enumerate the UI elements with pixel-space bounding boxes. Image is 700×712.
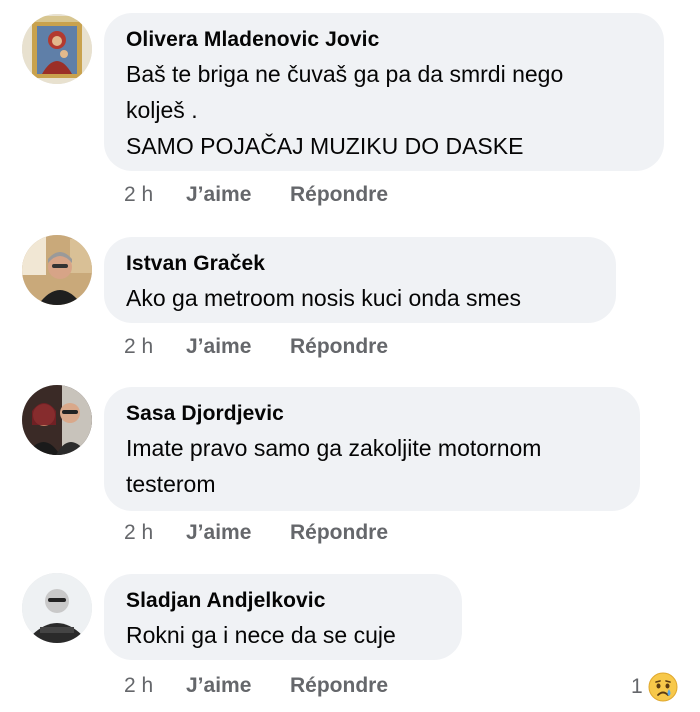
comment-text: Ako ga metroom nosis kuci onda smes [126, 285, 522, 311]
comment-timestamp[interactable]: 2 h [124, 183, 186, 207]
comment-actions-4: 2 h J’aime Répondre [124, 671, 388, 701]
comment-bubble-4: Sladjan Andjelkovic Rokni ga i nece da s… [104, 574, 462, 660]
comment-timestamp[interactable]: 2 h [124, 521, 186, 545]
like-button[interactable]: J’aime [186, 183, 290, 207]
like-button[interactable]: J’aime [186, 335, 290, 359]
commenter-avatar-3[interactable] [22, 385, 92, 455]
comment-author[interactable]: Olivera Mladenovic Jovic [126, 27, 642, 53]
comment-text: Imate pravo samo ga zakoljite motornom t… [126, 435, 542, 497]
comment-bubble-3: Sasa Djordjevic Imate pravo samo ga zako… [104, 387, 640, 511]
comment-timestamp[interactable]: 2 h [124, 674, 186, 698]
comment-actions-2: 2 h J’aime Répondre [124, 332, 388, 362]
commenter-avatar-2[interactable] [22, 235, 92, 305]
comment-bubble-2: Istvan Graček Ako ga metroom nosis kuci … [104, 237, 616, 323]
commenter-avatar-1[interactable] [22, 14, 92, 84]
comment-author[interactable]: Sladjan Andjelkovic [126, 588, 440, 614]
like-button[interactable]: J’aime [186, 521, 290, 545]
comment-actions-3: 2 h J’aime Répondre [124, 518, 388, 548]
comment-timestamp[interactable]: 2 h [124, 335, 186, 359]
sad-reaction-icon [648, 672, 678, 702]
like-button[interactable]: J’aime [186, 674, 290, 698]
comment-actions-1: 2 h J’aime Répondre [124, 180, 388, 210]
reply-button[interactable]: Répondre [290, 335, 388, 359]
comment-text: Baš te briga ne čuvaš ga pa da smrdi neg… [126, 61, 564, 159]
man-photo-avatar [22, 573, 92, 643]
reply-button[interactable]: Répondre [290, 521, 388, 545]
reaction-summary[interactable]: 1 [631, 672, 678, 702]
comment-author[interactable]: Istvan Graček [126, 251, 594, 277]
comment-bubble-1: Olivera Mladenovic Jovic Baš te briga ne… [104, 13, 664, 171]
reaction-count: 1 [631, 675, 643, 698]
comment-text: Rokni ga i nece da se cuje [126, 622, 396, 648]
man-photo-avatar [22, 235, 92, 305]
icon-painting-avatar [22, 14, 92, 84]
reply-button[interactable]: Répondre [290, 183, 388, 207]
commenter-avatar-4[interactable] [22, 573, 92, 643]
reply-button[interactable]: Répondre [290, 674, 388, 698]
couple-photo-avatar [22, 385, 92, 455]
comment-author[interactable]: Sasa Djordjevic [126, 401, 618, 427]
